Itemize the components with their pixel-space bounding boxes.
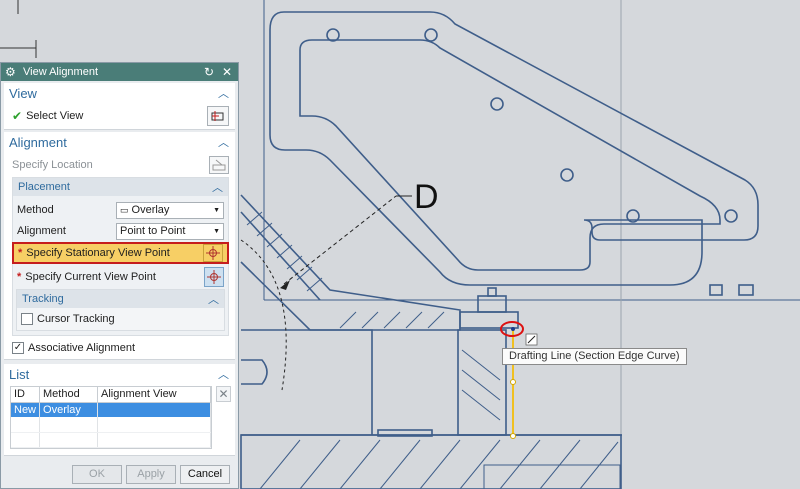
gear-icon[interactable]: ⚙ (5, 65, 19, 79)
method-value: Overlay (131, 204, 170, 216)
table-row (11, 432, 211, 448)
dialog-title: View Alignment (23, 66, 99, 78)
placement-title: Placement (18, 181, 70, 193)
cursor-tracking-row[interactable]: Cursor Tracking (17, 308, 224, 330)
required-marker: * (18, 247, 23, 259)
stationary-view-point-row[interactable]: * Specify Stationary View Point (12, 242, 229, 264)
chevron-up-icon[interactable]: ︿ (218, 134, 229, 150)
tracking-header[interactable]: Tracking ︿ (17, 290, 224, 308)
reset-icon[interactable]: ↻ (202, 65, 216, 79)
close-icon[interactable]: ✕ (220, 65, 234, 79)
select-view-row: ✔ Select View (4, 103, 235, 129)
delete-icon[interactable]: ✕ (216, 386, 231, 402)
associative-alignment-row[interactable]: ✓ Associative Alignment (4, 336, 235, 359)
cursor-tracking-label: Cursor Tracking (37, 313, 115, 325)
dropdown-arrow-icon: ▼ (213, 227, 220, 235)
cell-method: Overlay (39, 402, 99, 417)
chevron-up-icon[interactable]: ︿ (212, 179, 223, 195)
current-view-point-label: Specify Current View Point (25, 270, 156, 283)
view-group-title: View (9, 85, 37, 101)
apply-button[interactable]: Apply (126, 464, 176, 484)
placement-header[interactable]: Placement ︿ (13, 178, 228, 196)
tracking-title: Tracking (22, 293, 64, 305)
alignment-list: ID Method Alignment View New Overlay (10, 386, 212, 449)
alignment-label: Alignment (17, 225, 66, 237)
point-crosshair-icon (206, 246, 220, 260)
column-header-id[interactable]: ID (11, 387, 41, 403)
alignment-row: Alignment Point to Point ▼ (13, 221, 228, 241)
point-crosshair-icon (207, 269, 221, 284)
location-icon (212, 159, 226, 170)
table-row (11, 417, 211, 433)
associative-alignment-checkbox[interactable]: ✓ (12, 341, 24, 354)
chevron-up-icon[interactable]: ︿ (208, 291, 219, 307)
tooltip: Drafting Line (Section Edge Curve) (502, 348, 687, 365)
view-alignment-dialog: ⚙ View Alignment ↻ ✕ View ︿ ✔ Select Vie… (0, 62, 239, 489)
specify-location-row: Specify Location (4, 152, 235, 177)
alignment-select[interactable]: Point to Point ▼ (116, 222, 224, 240)
specify-location-button[interactable] (209, 155, 229, 174)
dialog-footer: OK Apply Cancel (1, 460, 238, 488)
cell-view (97, 402, 211, 417)
tracking-subgroup: Tracking ︿ Cursor Tracking (16, 289, 225, 331)
chevron-up-icon[interactable]: ︿ (218, 366, 229, 382)
column-header-alignment-view[interactable]: Alignment View (97, 387, 211, 403)
cancel-button[interactable]: Cancel (180, 464, 230, 484)
check-icon: ✔ (12, 109, 23, 123)
ok-button[interactable]: OK (72, 464, 122, 484)
overlay-icon: ▭ (120, 205, 129, 215)
chevron-up-icon[interactable]: ︿ (218, 85, 229, 101)
view-group-header[interactable]: View ︿ (4, 83, 235, 103)
column-header-method[interactable]: Method (39, 387, 99, 403)
alignment-group-header[interactable]: Alignment ︿ (4, 132, 235, 152)
dialog-titlebar[interactable]: ⚙ View Alignment ↻ ✕ (1, 63, 238, 81)
dropdown-arrow-icon: ▼ (213, 206, 220, 214)
select-view-label: Select View (26, 110, 84, 122)
cell-id: New (11, 402, 41, 417)
table-row[interactable]: New Overlay (11, 402, 211, 417)
associative-alignment-label: Associative Alignment (28, 341, 135, 354)
alignment-group: Alignment ︿ Specify Location Placement ︿… (4, 132, 235, 360)
select-view-button[interactable] (207, 106, 229, 126)
current-view-point-row[interactable]: * Specify Current View Point (13, 264, 228, 289)
list-group-header[interactable]: List ︿ (4, 364, 235, 384)
view-select-icon (211, 111, 224, 121)
current-point-button[interactable] (204, 266, 224, 287)
method-label: Method (17, 204, 54, 216)
alignment-value: Point to Point (120, 225, 186, 237)
specify-location-label: Specify Location (12, 158, 93, 171)
alignment-group-title: Alignment (9, 134, 67, 150)
stationary-point-button[interactable] (203, 244, 223, 262)
view-group: View ︿ ✔ Select View (4, 83, 235, 130)
placement-subgroup: Placement ︿ Method ▭ Overlay ▼ Alignment … (12, 177, 229, 336)
required-marker: * (17, 270, 22, 283)
method-row: Method ▭ Overlay ▼ (13, 199, 228, 221)
cursor-tracking-checkbox[interactable] (21, 313, 33, 325)
list-group: List ︿ ID Method Alignment View New Over… (4, 364, 235, 456)
list-group-title: List (9, 366, 30, 382)
section-label: D (414, 178, 439, 216)
stationary-view-point-label: Specify Stationary View Point (26, 247, 170, 259)
method-select[interactable]: ▭ Overlay ▼ (116, 201, 224, 219)
